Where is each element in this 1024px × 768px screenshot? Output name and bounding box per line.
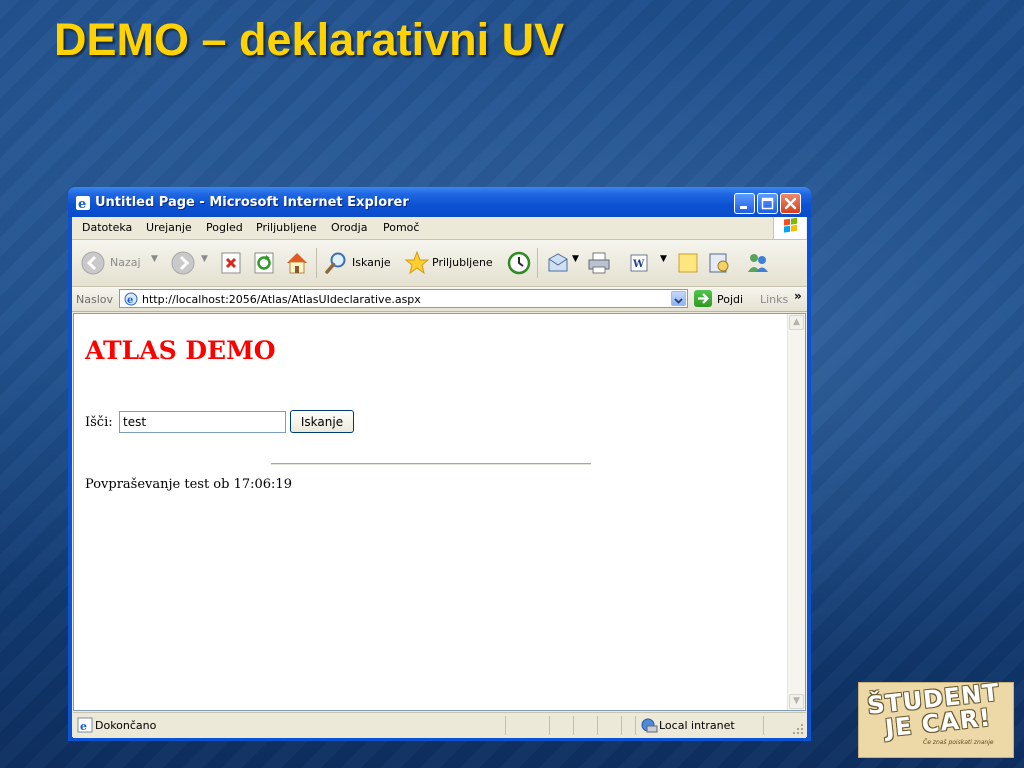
forward-dropdown-arrow-icon[interactable]: ▼ — [201, 254, 208, 264]
print-icon[interactable] — [586, 250, 612, 276]
menu-bar: Datoteka Urejanje Pogled Priljubljene Or… — [72, 217, 807, 240]
address-bar: Naslov e http://localhost:2056/Atlas/Atl… — [72, 287, 807, 312]
status-pane-divider — [635, 716, 636, 735]
maximize-button[interactable] — [757, 193, 778, 214]
menu-item-edit[interactable]: Urejanje — [146, 221, 192, 234]
window-titlebar[interactable]: e Untitled Page - Microsoft Internet Exp… — [68, 187, 811, 217]
close-icon — [784, 197, 797, 210]
favorites-toolbar-label[interactable]: Priljubljene — [432, 256, 493, 269]
refresh-icon[interactable] — [252, 250, 276, 276]
page-viewport: ATLAS DEMO Išči: Iskanje Povpraševanje t… — [73, 313, 806, 711]
address-label: Naslov — [76, 293, 113, 306]
back-arrow-icon[interactable] — [80, 250, 106, 276]
windows-flag-icon — [784, 217, 797, 233]
address-dropdown-button[interactable] — [671, 291, 686, 306]
svg-text:e: e — [80, 720, 87, 733]
address-url: http://localhost:2056/Atlas/AtlasUIdecla… — [142, 293, 421, 306]
ie-logo-icon: e — [76, 196, 90, 211]
go-arrow-icon — [698, 293, 710, 304]
back-dropdown-arrow-icon[interactable]: ▼ — [151, 254, 158, 264]
status-pane-divider — [597, 716, 598, 735]
menu-item-view[interactable]: Pogled — [206, 221, 243, 234]
security-zone-text: Local intranet — [659, 719, 735, 732]
status-bar: e Dokončano Local intranet — [73, 712, 806, 738]
edit-word-icon[interactable]: W — [628, 250, 650, 276]
status-pane-divider — [505, 716, 506, 735]
svg-text:W: W — [632, 259, 645, 270]
mail-icon[interactable] — [546, 250, 570, 276]
maximize-icon — [761, 197, 774, 210]
chevron-down-icon — [674, 298, 683, 304]
svg-text:e: e — [127, 295, 133, 306]
window-title: Untitled Page - Microsoft Internet Explo… — [95, 195, 409, 210]
status-pane-divider — [621, 716, 622, 735]
student-je-car-logo: ŠTUDENT JE CAR! Če znaš poiskati znanje — [858, 678, 1014, 758]
forward-arrow-icon[interactable] — [170, 250, 196, 276]
menu-item-tools[interactable]: Orodja — [331, 221, 367, 234]
minimize-button[interactable] — [734, 193, 755, 214]
go-button[interactable] — [694, 290, 712, 307]
windows-logo — [773, 217, 806, 239]
mail-dropdown-arrow-icon[interactable]: ▼ — [572, 254, 579, 264]
links-label[interactable]: Links — [760, 293, 788, 306]
messenger-icon[interactable] — [744, 250, 772, 276]
status-pane-divider — [573, 716, 574, 735]
close-button[interactable] — [780, 193, 801, 214]
search-input[interactable] — [119, 411, 286, 433]
edit-dropdown-arrow-icon[interactable]: ▼ — [660, 254, 667, 264]
stop-icon[interactable] — [219, 250, 243, 276]
toolbar-separator — [316, 248, 317, 278]
address-input[interactable]: e http://localhost:2056/Atlas/AtlasUIdec… — [119, 289, 688, 308]
status-pane-divider — [549, 716, 550, 735]
menu-item-help[interactable]: Pomoč — [383, 221, 419, 234]
search-toolbar-label[interactable]: Iskanje — [352, 256, 391, 269]
home-icon[interactable] — [284, 250, 310, 276]
svg-text:e: e — [78, 197, 86, 211]
scroll-up-arrow-icon[interactable]: ▲ — [789, 315, 804, 330]
logo-tagline: Če znaš poiskati znanje — [923, 739, 994, 746]
search-icon[interactable] — [324, 250, 348, 276]
minimize-icon — [740, 206, 747, 209]
page-ie-icon: e — [124, 292, 138, 306]
go-label[interactable]: Pojdi — [717, 293, 743, 306]
status-pane-divider — [763, 716, 764, 735]
slide-title: DEMO – deklarativni UV — [54, 14, 565, 65]
resize-grip-icon[interactable] — [792, 723, 804, 735]
scroll-down-arrow-icon[interactable]: ▼ — [789, 694, 804, 709]
toolbar-separator — [537, 248, 538, 278]
status-text: Dokončano — [95, 719, 157, 732]
history-icon[interactable] — [506, 250, 532, 276]
menu-item-favorites[interactable]: Priljubljene — [256, 221, 317, 234]
back-label[interactable]: Nazaj — [110, 256, 141, 269]
search-button[interactable]: Iskanje — [290, 410, 354, 433]
page-heading: ATLAS DEMO — [85, 336, 276, 365]
page-done-icon: e — [77, 717, 93, 733]
window-client-area: Datoteka Urejanje Pogled Priljubljene Or… — [72, 217, 807, 738]
favorites-star-icon[interactable] — [404, 250, 430, 276]
search-label: Išči: — [85, 415, 113, 430]
standard-toolbar: Nazaj ▼ ▼ Iskanje Priljubljene ▼ W ▼ — [72, 240, 807, 287]
discuss-note-icon[interactable] — [676, 250, 700, 276]
vertical-scrollbar[interactable]: ▲ ▼ — [787, 314, 805, 710]
menu-item-file[interactable]: Datoteka — [82, 221, 132, 234]
horizontal-rule — [271, 463, 591, 465]
result-text: Povpraševanje test ob 17:06:19 — [85, 477, 292, 492]
local-intranet-icon — [641, 718, 658, 733]
links-chevron-icon[interactable]: » — [794, 289, 802, 303]
browser-window: e Untitled Page - Microsoft Internet Exp… — [68, 187, 811, 741]
research-icon[interactable] — [706, 250, 732, 276]
